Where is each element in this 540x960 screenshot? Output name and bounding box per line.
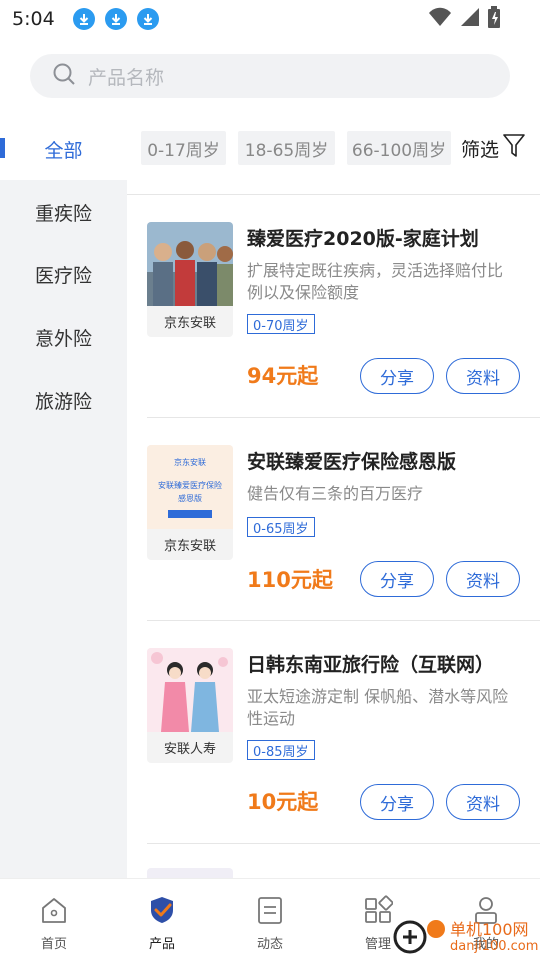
poster-title: 安联臻爱医疗保险 bbox=[158, 481, 222, 490]
age-range-tag: 0-85周岁 bbox=[247, 740, 315, 760]
shield-check-icon bbox=[147, 895, 177, 929]
product-photo bbox=[147, 222, 233, 306]
product-illustration bbox=[147, 648, 233, 732]
tab-home[interactable]: 首页 bbox=[0, 879, 108, 960]
download-icon bbox=[104, 8, 127, 30]
tab-label: 动态 bbox=[256, 937, 283, 952]
divider bbox=[147, 843, 540, 844]
filter-chip-age-0-17[interactable]: 0-17周岁 bbox=[141, 131, 226, 165]
provider-name: 京东安联 bbox=[163, 316, 216, 331]
sidebar-item-accident[interactable]: 意外险 bbox=[0, 306, 127, 368]
watermark-logo bbox=[392, 915, 450, 959]
download-icon bbox=[72, 8, 95, 30]
grid-icon bbox=[363, 895, 394, 929]
share-button[interactable]: 分享 bbox=[360, 784, 434, 820]
product-title: 安联臻爱医疗保险感恩版 bbox=[247, 451, 457, 473]
watermark-url: danji100.com bbox=[450, 938, 539, 954]
share-button[interactable]: 分享 bbox=[360, 561, 434, 597]
product-title: 日韩东南亚旅行险（互联网） bbox=[247, 654, 495, 676]
sidebar-item-label: 全部 bbox=[44, 139, 83, 162]
status-time: 5:04 bbox=[12, 8, 55, 30]
sidebar-item-label: 意外险 bbox=[34, 327, 92, 350]
product-card[interactable]: 京东安联 安联臻爱医疗保险 感恩版 京东安联 安联臻爱医疗保险感恩版 健告仅有三… bbox=[147, 445, 540, 625]
product-thumbnail bbox=[147, 868, 233, 878]
funnel-icon bbox=[503, 133, 525, 164]
product-price: 110元起 bbox=[247, 568, 333, 592]
divider bbox=[147, 417, 540, 418]
provider-name: 安联人寿 bbox=[163, 742, 216, 757]
watermark: 单机100网 danji100.com bbox=[392, 914, 540, 960]
product-thumbnail: 京东安联 bbox=[147, 222, 233, 337]
age-range-tag: 0-70周岁 bbox=[247, 314, 315, 334]
sidebar-item-travel[interactable]: 旅游险 bbox=[0, 369, 127, 431]
poster-badge bbox=[168, 510, 212, 518]
divider bbox=[127, 194, 540, 195]
product-card[interactable]: 京东安联 臻爱医疗2020版-家庭计划 扩展特定既往疾病，灵活选择赔付比例以及保… bbox=[147, 222, 540, 402]
product-thumbnail: 京东安联 安联臻爱医疗保险 感恩版 京东安联 bbox=[147, 445, 233, 560]
poster-brand: 京东安联 bbox=[174, 458, 206, 467]
document-icon bbox=[255, 895, 285, 929]
product-title: 臻爱医疗2020版-家庭计划 bbox=[247, 228, 479, 250]
wifi-icon bbox=[428, 7, 452, 31]
product-thumbnail: 安联人寿 bbox=[147, 648, 233, 763]
download-icon bbox=[136, 8, 159, 30]
sidebar-item-label: 旅游险 bbox=[34, 390, 92, 413]
filter-button[interactable]: 筛选 bbox=[461, 131, 525, 165]
tab-feed[interactable]: 动态 bbox=[216, 879, 324, 960]
sidebar-item-label: 重疾险 bbox=[34, 202, 92, 225]
product-description: 健告仅有三条的百万医疗 bbox=[247, 484, 424, 503]
product-description: 扩展特定既往疾病，灵活选择赔付比例以及保险额度 bbox=[247, 261, 504, 302]
watermark-title: 单机100网 bbox=[450, 919, 529, 939]
product-card[interactable]: 安联人寿 日韩东南亚旅行险（互联网） 亚太短途游定制 保帆船、潜水等风险性运动 … bbox=[147, 648, 540, 828]
home-icon bbox=[39, 895, 69, 929]
filter-label: 筛选 bbox=[461, 138, 500, 161]
provider-name: 京东安联 bbox=[163, 539, 216, 554]
search-icon bbox=[52, 62, 76, 90]
search-input[interactable]: 产品名称 bbox=[30, 54, 510, 98]
sidebar-item-all[interactable]: 全部 bbox=[0, 118, 127, 180]
product-price: 10元起 bbox=[247, 790, 319, 814]
product-description: 亚太短途游定制 保帆船、潜水等风险性运动 bbox=[247, 687, 509, 728]
filter-chip-age-18-65[interactable]: 18-65周岁 bbox=[238, 131, 335, 165]
info-button[interactable]: 资料 bbox=[446, 358, 520, 394]
status-bar: 5:04 bbox=[0, 0, 540, 38]
info-button[interactable]: 资料 bbox=[446, 784, 520, 820]
sidebar-item-label: 医疗险 bbox=[34, 264, 92, 287]
tab-label: 首页 bbox=[40, 937, 67, 952]
divider bbox=[147, 620, 540, 621]
info-button[interactable]: 资料 bbox=[446, 561, 520, 597]
battery-icon bbox=[488, 6, 500, 32]
search-placeholder: 产品名称 bbox=[88, 66, 165, 89]
watermark-text: 单机100网 danji100.com bbox=[450, 919, 539, 954]
share-button[interactable]: 分享 bbox=[360, 358, 434, 394]
active-indicator bbox=[0, 138, 5, 158]
product-poster: 京东安联 安联臻爱医疗保险 感恩版 bbox=[147, 445, 233, 529]
signal-icon bbox=[460, 7, 480, 31]
tab-products[interactable]: 产品 bbox=[108, 879, 216, 960]
sidebar-item-critical-illness[interactable]: 重疾险 bbox=[0, 181, 127, 243]
product-price: 94元起 bbox=[247, 364, 319, 388]
sidebar-item-medical[interactable]: 医疗险 bbox=[0, 243, 127, 305]
poster-subtitle: 感恩版 bbox=[178, 494, 202, 503]
filter-chip-age-66-100[interactable]: 66-100周岁 bbox=[347, 131, 451, 165]
category-sidebar: 全部 重疾险 医疗险 意外险 旅游险 bbox=[0, 118, 127, 878]
tab-label: 产品 bbox=[148, 937, 175, 952]
tab-label: 管理 bbox=[364, 937, 391, 952]
age-range-tag: 0-65周岁 bbox=[247, 517, 315, 537]
